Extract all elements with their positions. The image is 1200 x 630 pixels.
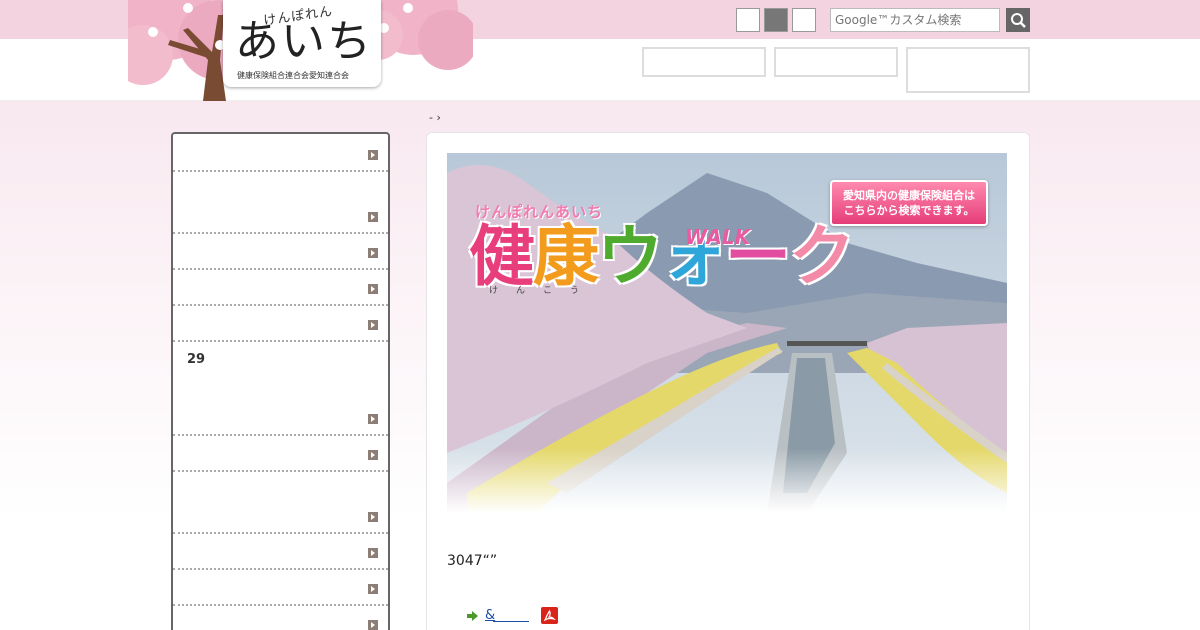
nav-button-3[interactable]: [906, 47, 1030, 93]
union-search-line2: こちらから検索できます。: [843, 204, 975, 217]
sidebar-item[interactable]: [173, 306, 388, 342]
search-button[interactable]: [1006, 8, 1030, 32]
union-search-button[interactable]: 愛知県内の健康保険組合は こちらから検索できます。: [830, 180, 988, 226]
arrow-right-icon: [467, 611, 478, 621]
banner-furigana: けんこう: [489, 286, 598, 296]
logo-main-text: あいち: [235, 16, 373, 67]
health-walk-banner[interactable]: けんぽれんあいち 健康ウォーク WALK けんこう 愛知県内の健康保険組合は こ…: [447, 153, 1007, 513]
font-size-large-button[interactable]: [792, 8, 816, 32]
sidebar-item-label: 29: [187, 352, 206, 367]
site-logo[interactable]: けんぽれん あいち 健康保険組合連合会愛知連合会: [223, 0, 381, 87]
chevron-right-icon: [368, 320, 378, 330]
body-text: 3047“”: [447, 553, 498, 569]
chevron-right-icon: [368, 450, 378, 460]
chevron-right-icon: [368, 584, 378, 594]
sidebar-item[interactable]: 29: [173, 342, 388, 436]
pdf-glyph-icon: [543, 609, 556, 622]
search-icon: [1011, 13, 1026, 28]
chevron-right-icon: [368, 284, 378, 294]
chevron-right-icon: [368, 512, 378, 522]
main-content: けんぽれんあいち 健康ウォーク WALK けんこう 愛知県内の健康保険組合は こ…: [426, 132, 1030, 630]
chevron-right-icon: [368, 620, 378, 630]
chevron-right-icon: [368, 548, 378, 558]
sidebar-item[interactable]: [173, 606, 388, 630]
nav-button-1[interactable]: [642, 47, 766, 77]
chevron-right-icon: [368, 150, 378, 160]
font-size-small-button[interactable]: [736, 8, 760, 32]
link-underline: [493, 621, 529, 622]
sidebar-item[interactable]: [173, 172, 388, 234]
sidebar-item[interactable]: [173, 534, 388, 570]
chevron-right-icon: [368, 248, 378, 258]
sidebar-item[interactable]: [173, 570, 388, 606]
nav-button-2[interactable]: [774, 47, 898, 77]
chevron-right-icon: [368, 414, 378, 424]
breadcrumb[interactable]: - ›: [429, 111, 441, 124]
logo-subtitle: 健康保険組合連合会愛知連合会: [237, 71, 349, 80]
pdf-icon[interactable]: [541, 607, 558, 624]
search-input[interactable]: [830, 8, 1000, 32]
chevron-right-icon: [368, 212, 378, 222]
banner-walk-text: WALK: [685, 225, 751, 249]
sidebar-menu: 29: [171, 132, 390, 630]
sidebar-item[interactable]: [173, 134, 388, 172]
font-size-medium-button[interactable]: [764, 8, 788, 32]
sidebar-item[interactable]: [173, 436, 388, 472]
sidebar-item[interactable]: [173, 234, 388, 270]
union-search-line1: 愛知県内の健康保険組合は: [843, 189, 975, 202]
banner-title-char: ウ: [597, 218, 663, 295]
sidebar-item[interactable]: [173, 270, 388, 306]
sidebar-item[interactable]: [173, 472, 388, 534]
banner-title-char: ク: [789, 218, 855, 295]
